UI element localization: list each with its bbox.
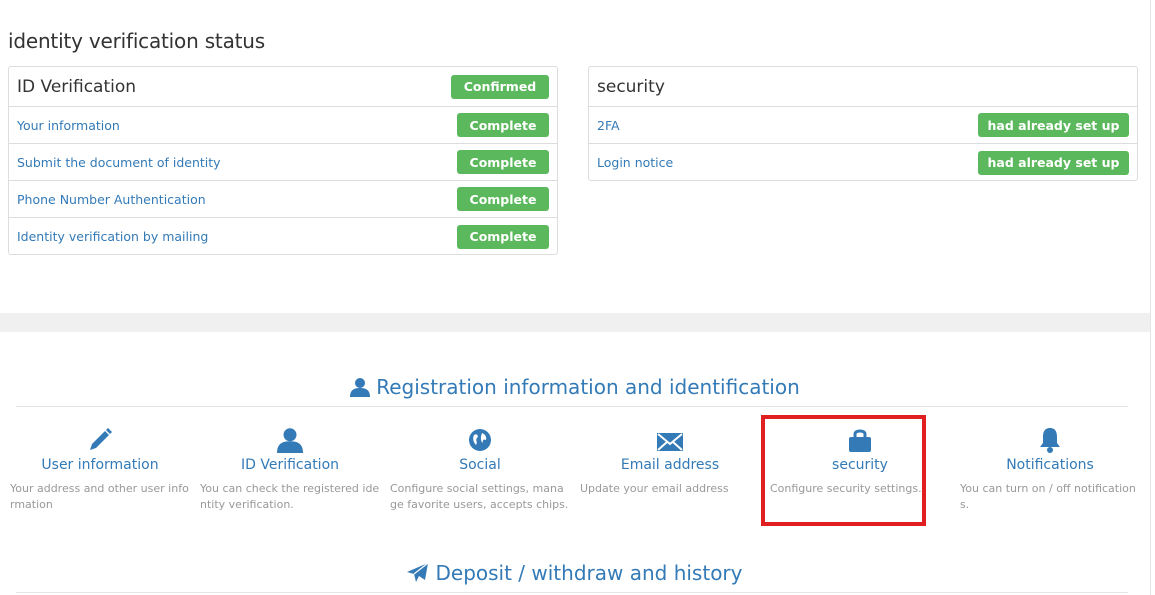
status-title: identity verification status [8, 29, 265, 53]
deposit-section-title: Deposit / withdraw and history [0, 559, 1150, 587]
id-verification-panel: ID Verification Confirmed Your informati… [8, 66, 558, 255]
tile-notifications[interactable]: Notifications You can turn on / off noti… [960, 425, 1140, 513]
id-verification-panel-header: ID Verification Confirmed [9, 67, 557, 107]
section-rule [16, 406, 1128, 407]
registration-section-title: Registration information and identificat… [0, 373, 1150, 401]
globe-icon [390, 425, 570, 453]
user-icon [350, 377, 371, 397]
phone-authentication-link[interactable]: Phone Number Authentication [17, 192, 206, 207]
security-highlight-box [761, 415, 926, 526]
id-verification-panel-title: ID Verification [17, 76, 137, 97]
confirmed-badge: Confirmed [451, 74, 549, 99]
envelope-icon [580, 425, 760, 453]
tile-user-information[interactable]: User information Your address and other … [10, 425, 190, 513]
mailing-verification-link[interactable]: Identity verification by mailing [17, 229, 208, 244]
tile-label: Notifications [1006, 457, 1094, 473]
status-badge: had already set up [978, 113, 1129, 137]
deposit-title-text: Deposit / withdraw and history [435, 561, 743, 585]
status-badge: had already set up [978, 150, 1129, 175]
tile-label: Email address [620, 457, 720, 473]
section-divider-band [0, 313, 1150, 332]
submit-document-link[interactable]: Submit the document of identity [17, 155, 221, 170]
status-badge: Complete [457, 150, 549, 174]
tile-description: Configure social settings, manage favori… [390, 482, 569, 511]
tile-label: Social [459, 457, 501, 473]
id-row-submit-document: Submit the document of identity Complete [9, 144, 557, 181]
paper-plane-icon [407, 563, 429, 583]
pencil-icon [10, 425, 190, 453]
tile-social[interactable]: Social Configure social settings, manage… [390, 425, 570, 513]
login-notice-link[interactable]: Login notice [597, 155, 673, 170]
id-row-phone-auth: Phone Number Authentication Complete [9, 181, 557, 218]
your-information-link[interactable]: Your information [17, 118, 120, 133]
id-row-your-information: Your information Complete [9, 107, 557, 144]
section-rule [16, 592, 1128, 593]
2fa-link[interactable]: 2FA [597, 118, 620, 133]
user-icon [200, 425, 380, 453]
tile-description: You can turn on / off notifications. [960, 482, 1136, 511]
security-row-login-notice: Login notice had already set up [589, 144, 1137, 181]
tile-label: ID Verification [240, 457, 340, 473]
security-panel-title: security [597, 76, 665, 97]
tile-id-verification[interactable]: ID Verification You can check the regist… [200, 425, 380, 513]
tile-label: User information [41, 457, 159, 473]
tile-email-address[interactable]: Email address Update your email address [580, 425, 760, 497]
tile-description: Update your email address [580, 482, 729, 495]
bell-icon [960, 425, 1140, 453]
tile-description: You can check the registered identity ve… [200, 482, 380, 511]
status-badge: Complete [457, 187, 549, 211]
page-right-border [1150, 0, 1155, 595]
id-row-mailing: Identity verification by mailing Complet… [9, 218, 557, 255]
status-badge: Complete [457, 113, 549, 137]
tile-description: Your address and other user information [10, 482, 189, 511]
security-row-2fa: 2FA had already set up [589, 107, 1137, 144]
registration-title-text: Registration information and identificat… [376, 375, 800, 399]
security-panel: security 2FA had already set up Login no… [588, 66, 1138, 181]
status-badge: Complete [457, 224, 549, 249]
security-panel-header: security [589, 67, 1137, 107]
